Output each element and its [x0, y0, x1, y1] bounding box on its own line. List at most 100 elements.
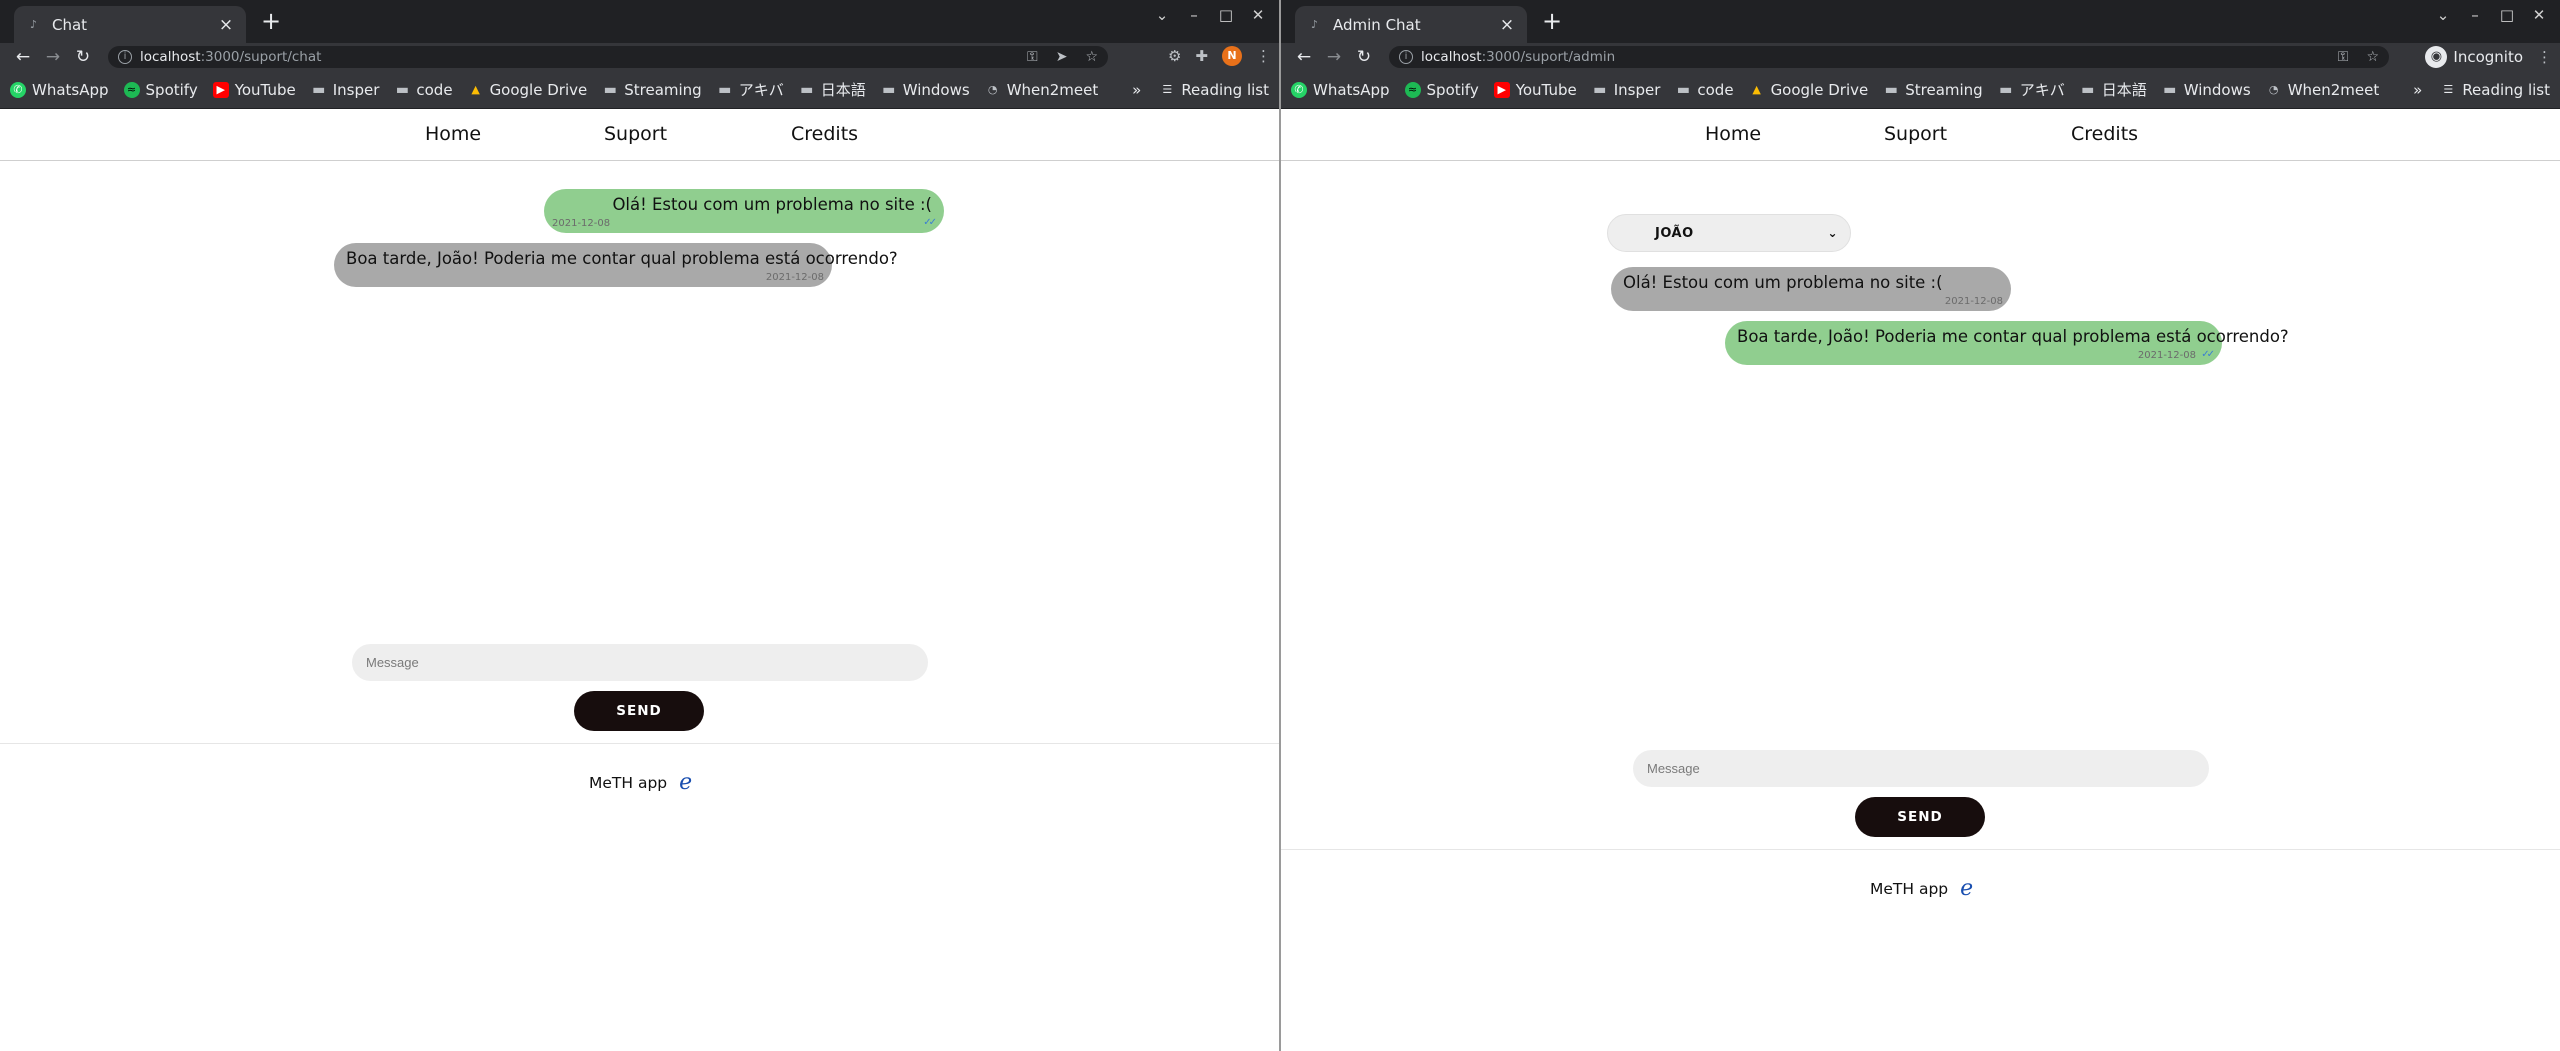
user-chat-window: ♪ Chat × + ⌄ – □ ✕ ← → ↻ i localhost:300… [0, 0, 1279, 1051]
bookmark-label: code [416, 80, 453, 99]
bookmark-star-icon[interactable]: ☆ [2366, 49, 2379, 65]
bookmark-windows[interactable]: ▬ Windows [2162, 81, 2251, 99]
new-tab-button[interactable]: + [1539, 8, 1565, 34]
bookmark-youtube[interactable]: ▶ YouTube [212, 81, 296, 99]
bookmark-code[interactable]: ▬ code [1675, 81, 1734, 99]
google-drive-icon: ▲ [1752, 82, 1761, 96]
bookmark-label: 日本語 [820, 81, 866, 99]
bookmark-when2meet[interactable]: ◔ When2meet [985, 80, 1099, 99]
tab-close-icon[interactable]: × [1497, 15, 1517, 35]
forward-icon[interactable]: → [1319, 47, 1349, 67]
tab-strip: ♪ Admin Chat × + ⌄ – □ ✕ [1281, 0, 2560, 43]
back-icon[interactable]: ← [1289, 47, 1319, 67]
more-bookmarks-icon[interactable]: » [2413, 81, 2422, 99]
bookmark-star-icon[interactable]: ☆ [1085, 49, 1098, 65]
footer: MeTH app e [589, 770, 692, 795]
url-path: :3000/suport/chat [200, 49, 322, 65]
window-controls: ⌄ – □ ✕ [2430, 6, 2552, 24]
tab-close-icon[interactable]: × [216, 15, 236, 35]
bookmark-label: WhatsApp [1313, 80, 1390, 99]
more-bookmarks-icon[interactable]: » [1132, 81, 1141, 99]
reload-icon[interactable]: ↻ [1349, 47, 1379, 67]
close-window-icon[interactable]: ✕ [1245, 6, 1271, 24]
app-logo-icon: e [679, 770, 693, 795]
minimize-icon[interactable]: – [2462, 6, 2488, 24]
reading-list-button[interactable]: ☰ Reading list [2440, 81, 2550, 99]
when2meet-icon: ◔ [2268, 82, 2279, 96]
bookmark-whatsapp[interactable]: ✆ WhatsApp [1291, 81, 1390, 99]
reading-list-label: Reading list [1181, 80, 1269, 99]
folder-icon: ▬ [1676, 81, 1690, 98]
bookmark-google-drive[interactable]: ▲ Google Drive [468, 81, 587, 99]
address-bar[interactable]: i localhost:3000/suport/chat ⚿ ➤ ☆ [108, 46, 1108, 68]
back-icon[interactable]: ← [8, 47, 38, 67]
maximize-icon[interactable]: □ [2494, 6, 2520, 24]
bookmark-insper[interactable]: ▬ Insper [1592, 81, 1660, 99]
chevron-down-icon: ⌄ [1827, 226, 1838, 240]
nav-home-link[interactable]: Home [1705, 123, 1761, 145]
new-tab-button[interactable]: + [258, 8, 284, 34]
browser-tab-chat[interactable]: ♪ Chat × [14, 6, 246, 43]
forward-icon[interactable]: → [38, 47, 68, 67]
nav-credits-link[interactable]: Credits [791, 123, 858, 145]
site-info-icon[interactable]: i [1399, 50, 1413, 64]
address-bar[interactable]: i localhost:3000/suport/admin ⚿ ☆ [1389, 46, 2389, 68]
folder-icon: ▬ [800, 81, 814, 98]
bookmark-label: 日本語 [2101, 81, 2147, 99]
bookmark-google-drive[interactable]: ▲ Google Drive [1749, 81, 1868, 99]
tab-search-icon[interactable]: ⌄ [1149, 6, 1175, 24]
nav-credits-link[interactable]: Credits [2071, 123, 2138, 145]
bookmark-streaming[interactable]: ▬ Streaming [1883, 81, 1983, 99]
kebab-menu-icon[interactable]: ⋮ [2537, 48, 2552, 66]
bookmark-nihongo[interactable]: ▬ 日本語 [2080, 79, 2147, 100]
url-path: :3000/suport/admin [1481, 49, 1616, 65]
bookmark-label: When2meet [1006, 80, 1099, 99]
profile-avatar[interactable]: N [1222, 46, 1242, 66]
nav-suport-link[interactable]: Suport [604, 123, 667, 145]
reading-list-button[interactable]: ☰ Reading list [1159, 81, 1269, 99]
incognito-indicator[interactable]: ◉ Incognito [2425, 46, 2523, 68]
footer-divider [0, 743, 1279, 744]
bookmark-whatsapp[interactable]: ✆ WhatsApp [10, 81, 109, 99]
kebab-menu-icon[interactable]: ⋮ [1256, 47, 1271, 65]
bookmark-spotify[interactable]: ≈ Spotify [123, 81, 198, 99]
key-icon[interactable]: ⚿ [1027, 49, 1038, 65]
nav-home-link[interactable]: Home [425, 123, 481, 145]
reading-list-icon: ☰ [1162, 82, 1173, 96]
message-input[interactable] [1633, 750, 2209, 787]
key-icon[interactable]: ⚿ [2338, 49, 2349, 65]
maximize-icon[interactable]: □ [1213, 6, 1239, 24]
bookmark-youtube[interactable]: ▶ YouTube [1493, 81, 1577, 99]
user-select-dropdown[interactable]: JOÃO ⌄ [1607, 214, 1851, 252]
bookmark-akiba[interactable]: ▬ アキバ [1998, 79, 2065, 100]
bookmarks-bar: ✆ WhatsApp ≈ Spotify ▶ YouTube ▬ Insper ▬ cod… [1281, 71, 2560, 109]
site-nav: Home Suport Credits [1281, 109, 2560, 161]
browser-tab-admin-chat[interactable]: ♪ Admin Chat × [1295, 6, 1527, 43]
extensions-puzzle-icon[interactable]: ✚ [1195, 47, 1208, 65]
message-date: 2021-12-08 [2137, 350, 2196, 361]
extension-badge-icon[interactable]: ⚙ [1168, 47, 1181, 65]
bookmark-windows[interactable]: ▬ Windows [881, 81, 970, 99]
send-tab-icon[interactable]: ➤ [1056, 49, 1068, 65]
footer-text: MeTH app [589, 773, 668, 792]
tab-search-icon[interactable]: ⌄ [2430, 6, 2456, 24]
send-button[interactable]: SEND [574, 691, 704, 731]
bookmark-insper[interactable]: ▬ Insper [311, 81, 379, 99]
send-button[interactable]: SEND [1855, 797, 1985, 837]
bookmark-code[interactable]: ▬ code [394, 80, 453, 99]
minimize-icon[interactable]: – [1181, 6, 1207, 24]
folder-icon: ▬ [2163, 81, 2177, 98]
message-input[interactable] [352, 644, 928, 681]
reload-icon[interactable]: ↻ [68, 47, 98, 67]
bookmark-label: Windows [902, 80, 970, 99]
bookmark-when2meet[interactable]: ◔ When2meet [2266, 81, 2379, 99]
close-window-icon[interactable]: ✕ [2526, 6, 2552, 24]
folder-icon: ▬ [395, 81, 409, 98]
bookmark-nihongo[interactable]: ▬ 日本語 [799, 79, 866, 100]
site-info-icon[interactable]: i [118, 50, 132, 64]
bookmark-spotify[interactable]: ≈ Spotify [1404, 81, 1479, 99]
browser-toolbar: ← → ↻ i localhost:3000/suport/chat ⚿ ➤ ☆… [0, 43, 1279, 71]
bookmark-streaming[interactable]: ▬ Streaming [602, 81, 702, 99]
nav-suport-link[interactable]: Suport [1884, 123, 1947, 145]
bookmark-akiba[interactable]: ▬ アキバ [717, 79, 784, 100]
